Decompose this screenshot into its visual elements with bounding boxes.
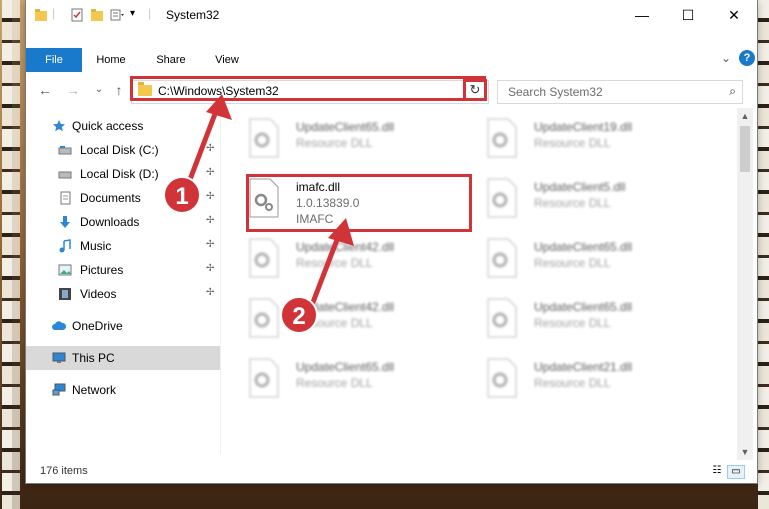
pin-icon[interactable]: ✢	[206, 215, 214, 226]
cloud-icon	[52, 321, 66, 330]
sidebar-item-network[interactable]: Network	[26, 378, 220, 402]
videos-icon	[59, 288, 71, 300]
properties-icon[interactable]	[70, 8, 84, 22]
sidebar-item-music[interactable]: Music ✢	[26, 234, 220, 258]
dll-file-icon	[249, 358, 279, 398]
tab-file[interactable]: File	[26, 48, 82, 72]
pictures-icon	[58, 264, 72, 276]
quick-access-dropdown-icon[interactable]: ▾	[130, 8, 135, 19]
download-icon	[60, 216, 70, 228]
back-button[interactable]: ←	[36, 80, 54, 100]
dll-file-icon	[487, 298, 517, 338]
maximize-button[interactable]: ☐	[665, 0, 711, 31]
file-tile[interactable]: UpdateClient21.dll Resource DLL	[486, 356, 716, 416]
network-icon	[52, 383, 66, 396]
item-count: 176 items	[40, 465, 88, 477]
file-tile[interactable]: UpdateClient65.dll Resource DLL	[248, 356, 478, 416]
window-title: System32	[166, 8, 220, 22]
drive-icon	[58, 171, 72, 179]
sidebar-item-onedrive[interactable]: OneDrive	[26, 314, 220, 338]
new-folder-icon[interactable]	[90, 8, 104, 22]
dll-file-icon	[249, 118, 279, 158]
tab-home[interactable]: Home	[88, 48, 134, 72]
file-tile[interactable]: UpdateClient65.dll Resource DLL	[486, 236, 716, 296]
tab-share[interactable]: Share	[148, 48, 194, 72]
dll-file-icon	[487, 238, 517, 278]
sidebar-item-downloads[interactable]: Downloads ✢	[26, 210, 220, 234]
computer-icon	[52, 352, 66, 363]
sidebar-item-videos[interactable]: Videos ✢	[26, 282, 220, 306]
pin-icon[interactable]: ✢	[206, 287, 214, 298]
file-tile[interactable]: UpdateClient65.dll Resource DLL	[248, 116, 478, 176]
folder-icon	[35, 9, 47, 21]
tab-view[interactable]: View	[204, 48, 250, 72]
details-view-icon[interactable]: ☷	[709, 465, 725, 477]
pin-icon[interactable]: ✢	[206, 263, 214, 274]
step-2-badge: 2	[280, 296, 318, 334]
dll-file-icon	[487, 178, 517, 218]
drive-icon	[58, 146, 72, 155]
status-bar: 176 items ☷ ▭	[26, 459, 757, 483]
scroll-down-icon[interactable]: ▼	[737, 444, 753, 460]
dll-file-icon	[487, 358, 517, 398]
forward-button[interactable]: →	[64, 80, 82, 100]
sidebar-item-this-pc[interactable]: This PC	[26, 346, 220, 370]
customize-toolbar-icon[interactable]	[110, 8, 124, 22]
step-1-badge: 1	[163, 176, 201, 214]
navigation-bar: ← → ⌄ ↑ C:\Windows\System32 ⌄ ↻ Search S…	[26, 76, 757, 104]
dll-file-icon	[249, 298, 279, 338]
music-icon	[59, 239, 71, 253]
refresh-button[interactable]: ↻	[463, 79, 487, 101]
search-box[interactable]: Search System32 ⌕	[497, 80, 743, 104]
dll-file-icon	[487, 118, 517, 158]
expand-ribbon-icon[interactable]: ⌄	[721, 51, 731, 65]
scroll-up-icon[interactable]: ▲	[737, 108, 753, 124]
search-icon[interactable]: ⌕	[729, 84, 736, 99]
file-explorer-window: | ▾ | System32 — ☐ ✕ File Home Share Vie…	[26, 0, 757, 483]
tiles-view-icon[interactable]: ▭	[727, 465, 745, 479]
file-tile[interactable]: UpdateClient5.dll Resource DLL	[486, 176, 716, 236]
minimize-button[interactable]: —	[619, 0, 665, 31]
search-input[interactable]: Search System32	[508, 85, 603, 99]
sidebar-item-pictures[interactable]: Pictures ✢	[26, 258, 220, 282]
documents-icon	[60, 191, 71, 205]
star-icon	[53, 120, 65, 132]
close-button[interactable]: ✕	[711, 0, 757, 31]
file-tile[interactable]: UpdateClient19.dll Resource DLL	[486, 116, 716, 176]
scroll-thumb[interactable]	[740, 126, 750, 172]
ribbon-tabs: File Home Share View ⌄ ?	[26, 48, 757, 72]
vertical-scrollbar[interactable]: ▲ ▼	[737, 108, 753, 460]
title-bar: | ▾ | System32 — ☐ ✕	[26, 0, 757, 31]
pin-icon[interactable]: ✢	[206, 239, 214, 250]
recent-locations-button[interactable]: ⌄	[90, 80, 108, 100]
up-button[interactable]: ↑	[110, 80, 128, 100]
dll-file-icon	[249, 238, 279, 278]
file-tile[interactable]: UpdateClient65.dll Resource DLL	[486, 296, 716, 356]
help-icon[interactable]: ?	[739, 50, 755, 66]
